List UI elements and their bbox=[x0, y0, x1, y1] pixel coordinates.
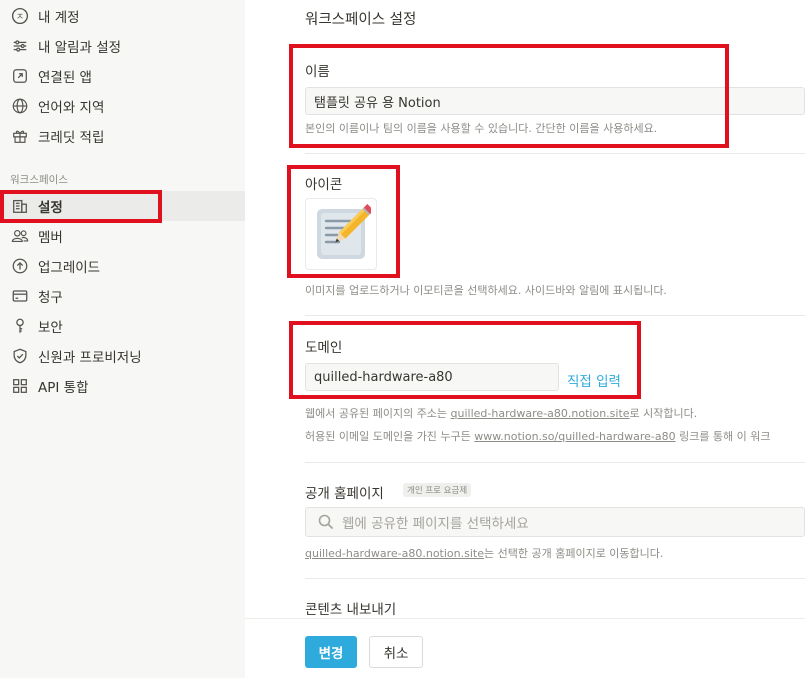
export-label: 콘텐츠 내보내기 bbox=[305, 602, 397, 618]
sidebar-item-billing[interactable]: 청구 bbox=[0, 281, 245, 311]
workspace-icon-picker[interactable] bbox=[305, 198, 377, 270]
search-placeholder: 웹에 공유한 페이지를 선택하세요 bbox=[342, 516, 529, 532]
credit-card-icon bbox=[10, 286, 30, 306]
sidebar-item-connected-apps[interactable]: 연결된 앱 bbox=[0, 61, 245, 91]
icon-label: 아이콘 bbox=[305, 177, 343, 193]
sidebar-item-label: 보안 bbox=[38, 320, 63, 336]
workspace-section-label: 워크스페이스 bbox=[10, 174, 68, 186]
domain-label: 도메인 bbox=[305, 340, 343, 356]
grid-icon bbox=[10, 376, 30, 396]
plan-badge: 개인 프로 요금제 bbox=[403, 483, 472, 497]
gift-icon bbox=[10, 126, 30, 146]
page-title: 워크스페이스 설정 bbox=[305, 12, 417, 28]
sidebar-item-security[interactable]: 보안 bbox=[0, 311, 245, 341]
sidebar-item-label: 청구 bbox=[38, 290, 63, 306]
sidebar-item-settings[interactable]: 설정 bbox=[0, 191, 245, 221]
sidebar-item-label: 크레딧 적립 bbox=[38, 130, 105, 146]
sidebar-item-identity[interactable]: 신원과 프로비저닝 bbox=[0, 341, 245, 371]
sidebar-item-label: 언어와 지역 bbox=[38, 100, 105, 116]
sidebar-item-my-account[interactable]: ㅈ 내 계정 bbox=[0, 1, 245, 31]
settings-sidebar: ㅈ 내 계정 내 알림과 설정 연결된 앱 언어와 지역 크레딧 적립 워크스페… bbox=[0, 0, 245, 678]
cancel-button[interactable]: 취소 bbox=[369, 636, 423, 668]
help-text: 링크를 통해 이 워크 bbox=[675, 430, 771, 443]
divider bbox=[305, 315, 805, 316]
sidebar-item-label: 연결된 앱 bbox=[38, 70, 92, 86]
account-circle-icon: ㅈ bbox=[10, 6, 30, 26]
icon-help-text: 이미지를 업로드하거나 이모티콘을 선택하세요. 사이드바와 알림에 표시됩니다… bbox=[305, 284, 667, 297]
arrow-up-circle-icon bbox=[10, 256, 30, 276]
sidebar-item-label: 내 알림과 설정 bbox=[38, 40, 122, 56]
building-icon bbox=[10, 196, 30, 216]
svg-text:ㅈ: ㅈ bbox=[16, 13, 24, 23]
public-home-search[interactable]: 웹에 공유한 페이지를 선택하세요 bbox=[305, 507, 805, 537]
help-text: 웹에서 공유된 페이지의 주소는 bbox=[305, 407, 451, 420]
help-text: 는 선택한 공개 홈페이지로 이동합니다. bbox=[484, 547, 664, 560]
name-label: 이름 bbox=[305, 64, 330, 80]
domain-value: quilled-hardware-a80 bbox=[314, 369, 453, 385]
public-home-link[interactable]: quilled-hardware-a80.notion.site bbox=[305, 547, 484, 560]
sidebar-item-language[interactable]: 언어와 지역 bbox=[0, 91, 245, 121]
sliders-icon bbox=[10, 36, 30, 56]
sidebar-item-label: 내 계정 bbox=[38, 10, 80, 26]
name-help-text: 본인의 이름이나 팀의 이름을 사용할 수 있습니다. 간단한 이름을 사용하세… bbox=[305, 122, 658, 135]
sidebar-item-credits[interactable]: 크레딧 적립 bbox=[0, 121, 245, 151]
globe-icon bbox=[10, 96, 30, 116]
public-home-label: 공개 홈페이지 bbox=[305, 486, 384, 502]
settings-main: 워크스페이스 설정 이름 탬플릿 공유 용 Notion 본인의 이름이나 팀의… bbox=[245, 0, 805, 678]
custom-domain-button[interactable]: 직접 입력 bbox=[567, 370, 621, 390]
sidebar-item-notifications[interactable]: 내 알림과 설정 bbox=[0, 31, 245, 61]
workspace-name-input[interactable]: 탬플릿 공유 용 Notion bbox=[305, 87, 805, 115]
domain-invite-link[interactable]: www.notion.so/quilled-hardware-a80 bbox=[474, 430, 675, 443]
save-button[interactable]: 변경 bbox=[305, 636, 357, 668]
sidebar-item-members[interactable]: 멤버 bbox=[0, 221, 245, 251]
domain-site-link[interactable]: quilled-hardware-a80.notion.site bbox=[451, 407, 630, 420]
divider bbox=[305, 462, 805, 463]
sidebar-item-api[interactable]: API 통합 bbox=[0, 371, 245, 401]
search-icon bbox=[318, 514, 334, 530]
external-link-icon bbox=[10, 66, 30, 86]
public-home-help-text: quilled-hardware-a80.notion.site는 선택한 공개… bbox=[305, 545, 663, 561]
sidebar-item-label: 멤버 bbox=[38, 230, 63, 246]
domain-help-text-2: 허용된 이메일 도메인을 가진 누구든 www.notion.so/quille… bbox=[305, 428, 771, 444]
sidebar-item-upgrade[interactable]: 업그레이드 bbox=[0, 251, 245, 281]
domain-input[interactable]: quilled-hardware-a80 bbox=[305, 363, 559, 391]
domain-help-text-1: 웹에서 공유된 페이지의 주소는 quilled-hardware-a80.no… bbox=[305, 405, 697, 421]
people-icon bbox=[10, 226, 30, 246]
sidebar-item-label: 업그레이드 bbox=[38, 260, 101, 276]
shield-check-icon bbox=[10, 346, 30, 366]
help-text: 로 시작합니다. bbox=[629, 407, 698, 420]
help-text: 허용된 이메일 도메인을 가진 누구든 bbox=[305, 430, 475, 443]
workspace-name-value: 탬플릿 공유 용 Notion bbox=[314, 95, 441, 111]
key-icon bbox=[10, 316, 30, 336]
sidebar-item-label: API 통합 bbox=[38, 380, 89, 396]
sidebar-item-label: 신원과 프로비저닝 bbox=[38, 350, 142, 366]
sidebar-item-label: 설정 bbox=[38, 200, 63, 216]
pencil-memo-icon bbox=[317, 204, 371, 259]
divider bbox=[305, 578, 805, 579]
divider bbox=[305, 153, 805, 154]
